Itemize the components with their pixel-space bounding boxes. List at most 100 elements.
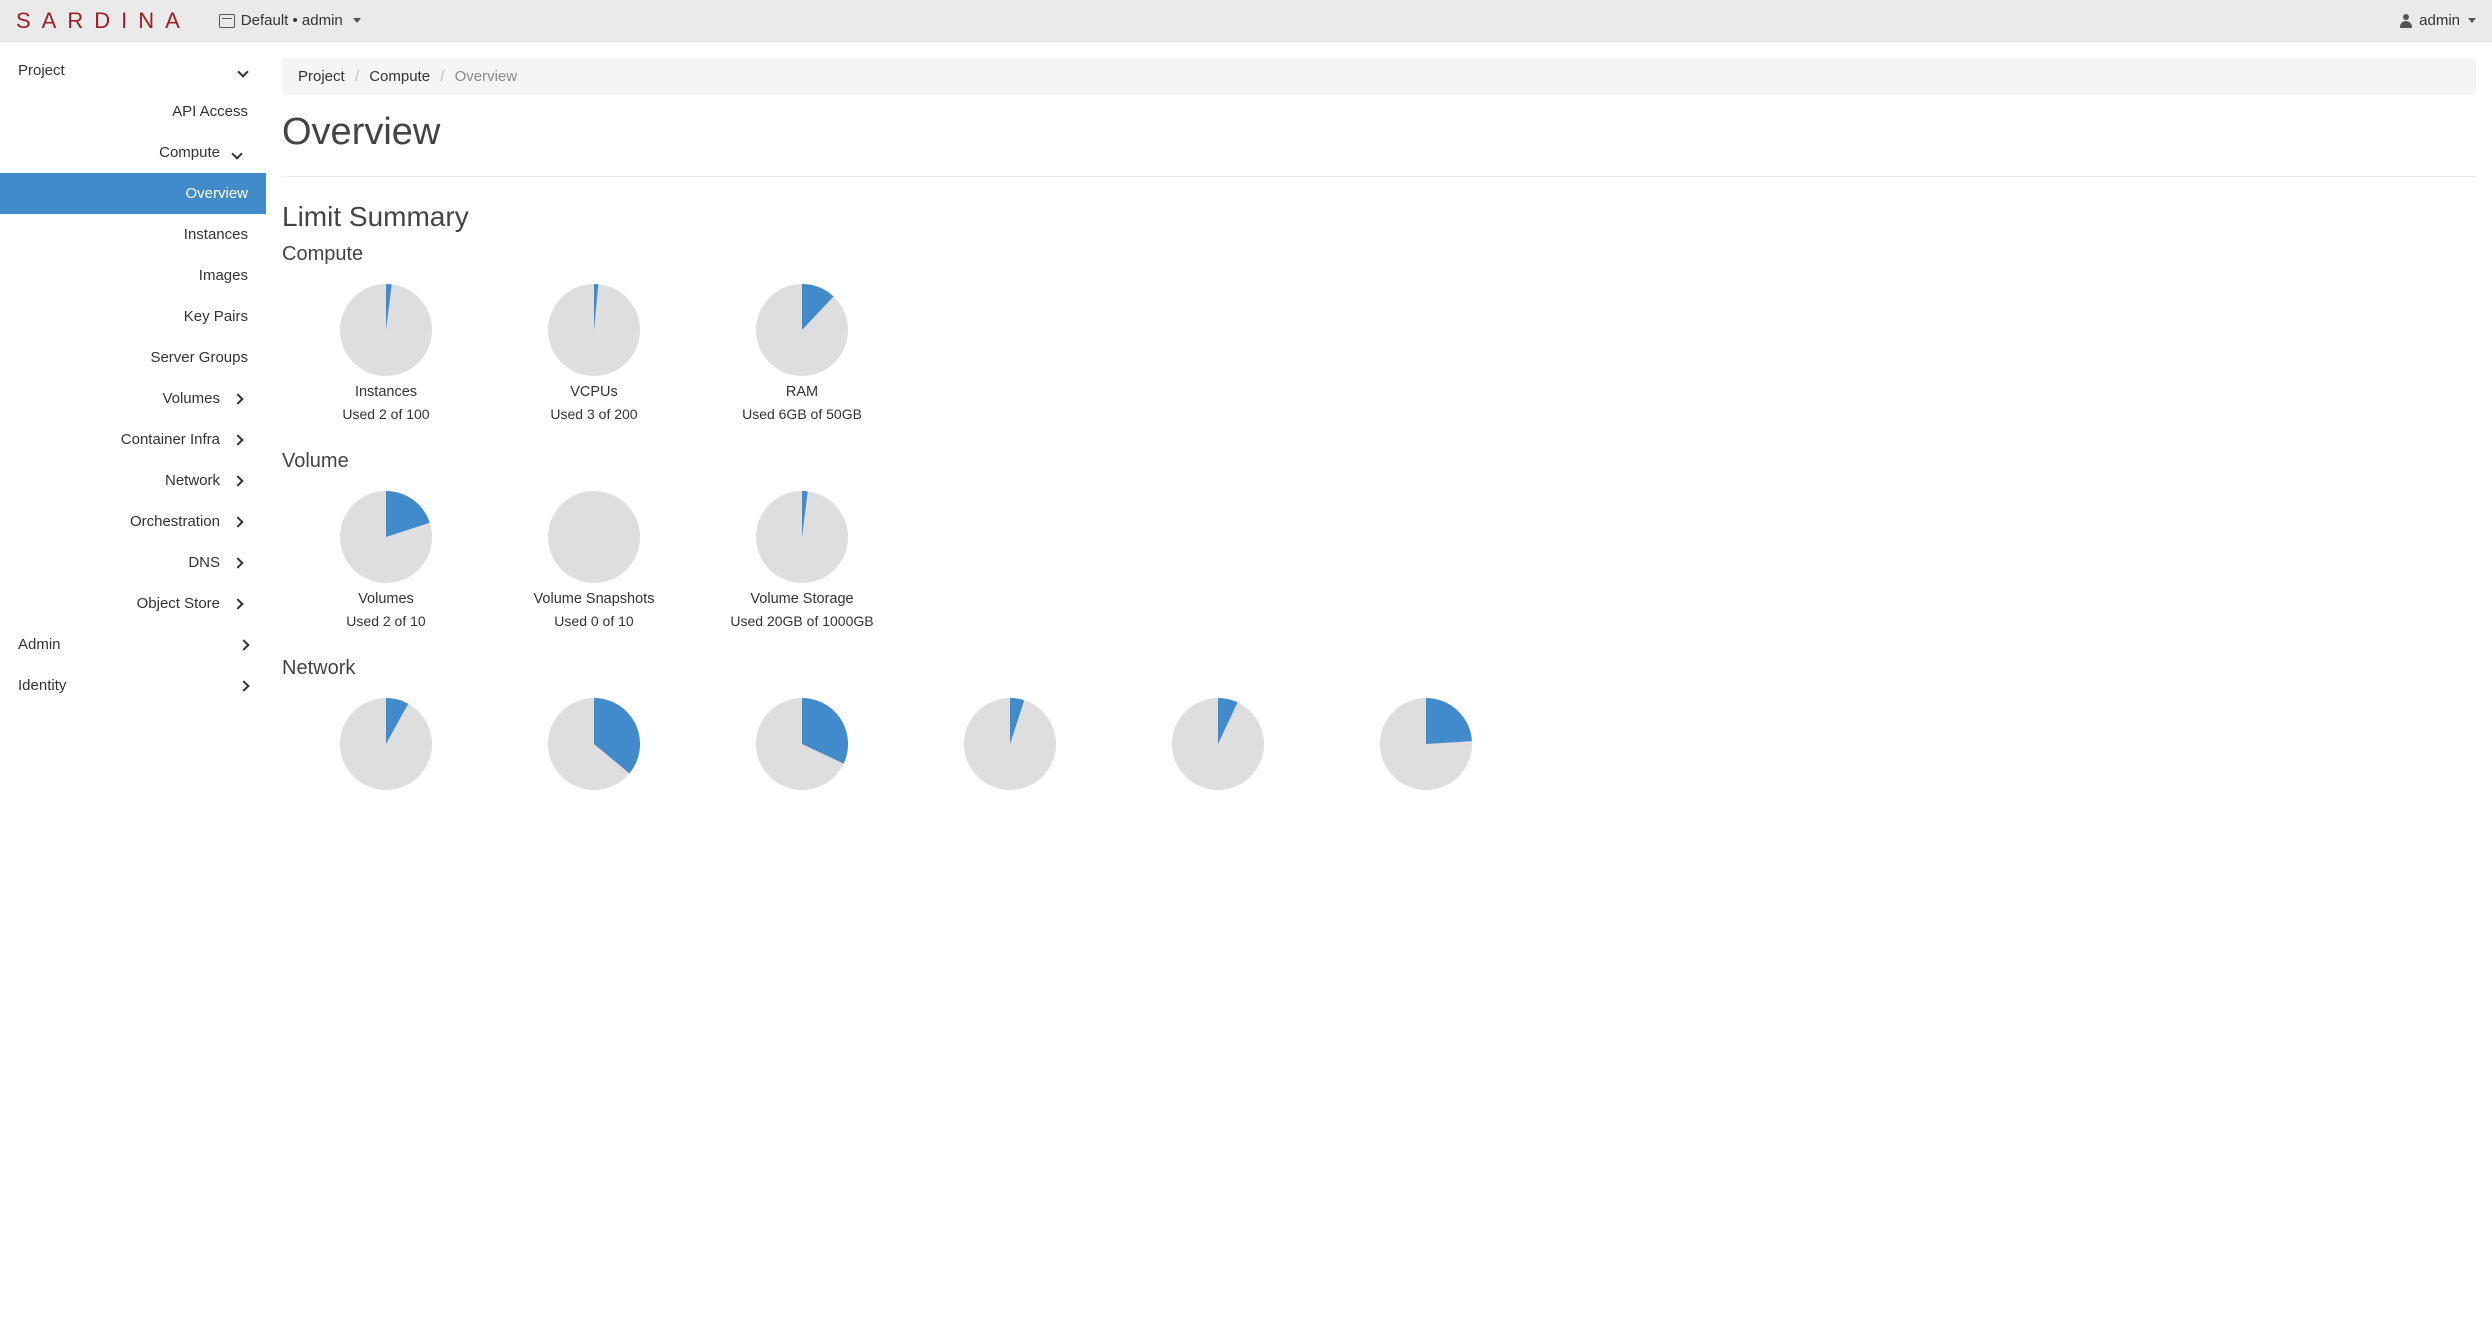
chevron-down-icon xyxy=(238,66,248,76)
quota-pie-chart xyxy=(340,284,432,376)
sidebar-item-instances[interactable]: Instances xyxy=(0,214,266,255)
breadcrumb-item[interactable]: Compute xyxy=(369,68,430,85)
network-charts-row xyxy=(282,690,2476,814)
quota-pie-usage: Used 0 of 10 xyxy=(490,613,698,629)
breadcrumb-item[interactable]: Project xyxy=(298,68,345,85)
sidebar-label: Volumes xyxy=(18,390,220,407)
user-icon xyxy=(2399,14,2413,28)
sidebar-label: Server Groups xyxy=(150,349,248,366)
quota-pie-chart xyxy=(1380,698,1472,790)
sidebar-item-images[interactable]: Images xyxy=(0,255,266,296)
volume-heading: Volume xyxy=(282,450,2476,473)
quota-pie-usage: Used 6GB of 50GB xyxy=(698,406,906,422)
quota-pie-usage: Used 2 of 10 xyxy=(282,613,490,629)
sidebar-item-dns[interactable]: DNS xyxy=(0,542,266,583)
quota-pie-chart xyxy=(756,491,848,583)
sidebar-item-overview[interactable]: Overview xyxy=(0,173,266,214)
quota-pie-tile: Volume Snapshots Used 0 of 10 xyxy=(490,483,698,645)
quota-pie-label: Volume Snapshots xyxy=(490,591,698,607)
user-label: admin xyxy=(2419,12,2460,29)
quota-pie-label: Volume Storage xyxy=(698,591,906,607)
sidebar-label: DNS xyxy=(18,554,220,571)
sidebar: Project API Access Compute Overview Inst… xyxy=(0,42,266,1336)
sidebar-label: Orchestration xyxy=(18,513,220,530)
sidebar-label: Admin xyxy=(18,636,61,653)
chevron-right-icon xyxy=(232,476,242,486)
chevron-right-icon xyxy=(232,558,242,568)
quota-pie-chart xyxy=(548,491,640,583)
context-switcher[interactable]: Default • admin xyxy=(219,12,361,29)
sidebar-label: Key Pairs xyxy=(184,308,248,325)
quota-pie-chart xyxy=(964,698,1056,790)
sidebar-item-orchestration[interactable]: Orchestration xyxy=(0,501,266,542)
sidebar-item-server-groups[interactable]: Server Groups xyxy=(0,337,266,378)
chevron-right-icon xyxy=(238,681,248,691)
chevron-right-icon xyxy=(232,599,242,609)
breadcrumb-sep: / xyxy=(440,68,444,85)
sidebar-item-key-pairs[interactable]: Key Pairs xyxy=(0,296,266,337)
quota-pie-tile xyxy=(698,690,906,814)
quota-pie-tile: Instances Used 2 of 100 xyxy=(282,276,490,438)
sidebar-item-object-store[interactable]: Object Store xyxy=(0,583,266,624)
network-heading: Network xyxy=(282,657,2476,680)
chevron-right-icon xyxy=(232,435,242,445)
sidebar-item-volumes[interactable]: Volumes xyxy=(0,378,266,419)
user-menu[interactable]: admin xyxy=(2399,12,2476,29)
quota-pie-chart xyxy=(340,698,432,790)
quota-pie-tile xyxy=(490,690,698,814)
sidebar-label: Overview xyxy=(185,185,248,202)
quota-pie-label: Instances xyxy=(282,384,490,400)
quota-pie-tile: VCPUs Used 3 of 200 xyxy=(490,276,698,438)
compute-charts-row: Instances Used 2 of 100VCPUs Used 3 of 200… xyxy=(282,276,2476,438)
caret-down-icon xyxy=(2468,18,2476,23)
domain-icon xyxy=(219,14,235,28)
volume-charts-row: VolumesUsed 2 of 10Volume SnapshotsUsed … xyxy=(282,483,2476,645)
brand-logo: SARDINA xyxy=(16,8,191,34)
sidebar-label: Images xyxy=(199,267,248,284)
sidebar-item-container-infra[interactable]: Container Infra xyxy=(0,419,266,460)
sidebar-item-api-access[interactable]: API Access xyxy=(0,91,266,132)
sidebar-label: Container Infra xyxy=(18,431,220,448)
divider xyxy=(282,176,2476,177)
quota-pie-usage: Used 3 of 200 xyxy=(490,406,698,422)
topbar: SARDINA Default • admin admin xyxy=(0,0,2492,42)
sidebar-item-compute[interactable]: Compute xyxy=(0,132,266,173)
sidebar-label: Compute xyxy=(18,144,220,161)
sidebar-item-project[interactable]: Project xyxy=(0,50,266,91)
quota-pie-chart xyxy=(1172,698,1264,790)
compute-heading: Compute xyxy=(282,243,2476,266)
quota-pie-label: RAM xyxy=(698,384,906,400)
quota-pie-usage: Used 20GB of 1000GB xyxy=(698,613,906,629)
limit-summary-heading: Limit Summary xyxy=(282,201,2476,233)
chevron-right-icon xyxy=(232,517,242,527)
page-title: Overview xyxy=(282,111,2476,154)
quota-pie-chart xyxy=(756,284,848,376)
chevron-right-icon xyxy=(238,640,248,650)
quota-pie-label: Volumes xyxy=(282,591,490,607)
sidebar-item-identity[interactable]: Identity xyxy=(0,665,266,706)
main-content: Project / Compute / Overview Overview Li… xyxy=(266,42,2492,1336)
quota-pie-tile: Volumes Used 2 of 10 xyxy=(282,483,490,645)
breadcrumb-item-active: Overview xyxy=(455,68,518,85)
quota-pie-label: VCPUs xyxy=(490,384,698,400)
sidebar-label: Instances xyxy=(184,226,248,243)
quota-pie-tile: Volume Storage Used 20GB of 1000GB xyxy=(698,483,906,645)
quota-pie-usage: Used 2 of 100 xyxy=(282,406,490,422)
sidebar-label: Object Store xyxy=(18,595,220,612)
quota-pie-chart xyxy=(340,491,432,583)
quota-pie-tile xyxy=(906,690,1114,814)
sidebar-label: Identity xyxy=(18,677,66,694)
breadcrumb: Project / Compute / Overview xyxy=(282,58,2476,95)
sidebar-label: Project xyxy=(18,62,65,79)
caret-down-icon xyxy=(353,18,361,23)
sidebar-item-network[interactable]: Network xyxy=(0,460,266,501)
quota-pie-tile xyxy=(1114,690,1322,814)
chevron-right-icon xyxy=(232,394,242,404)
sidebar-item-admin[interactable]: Admin xyxy=(0,624,266,665)
quota-pie-tile xyxy=(1322,690,1530,814)
sidebar-label: API Access xyxy=(172,103,248,120)
quota-pie-chart xyxy=(548,284,640,376)
breadcrumb-sep: / xyxy=(355,68,359,85)
chevron-down-icon xyxy=(232,148,242,158)
quota-pie-chart xyxy=(548,698,640,790)
